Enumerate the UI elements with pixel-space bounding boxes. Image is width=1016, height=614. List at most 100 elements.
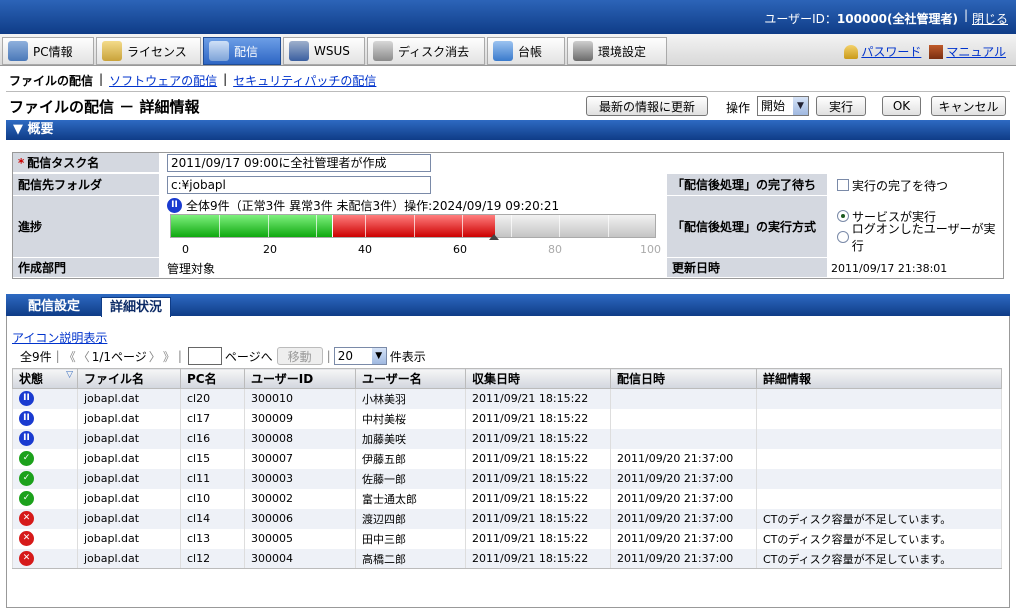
tab-label: ライセンス — [127, 44, 187, 59]
folder-label: 配信先フォルダ — [13, 174, 159, 196]
license-icon — [102, 41, 122, 61]
first-page-icon[interactable]: 《 — [64, 348, 76, 365]
axis-label: 20 — [263, 243, 277, 256]
password-link[interactable]: パスワード — [844, 43, 921, 60]
method-user-text: ログオンしたユーザーが実行 — [851, 222, 996, 253]
execute-button[interactable]: 実行 — [816, 96, 866, 116]
folder-input[interactable]: c:¥jobapl — [167, 176, 431, 194]
tab-settings[interactable]: 環境設定 — [567, 37, 667, 65]
per-page-select[interactable]: 20 ▼ — [333, 347, 387, 365]
subnav-sep: | — [99, 72, 104, 86]
tab-delivery[interactable]: 配信 — [203, 37, 281, 65]
operation-value: 開始 — [761, 99, 786, 113]
tab-wsus[interactable]: WSUS — [283, 37, 365, 65]
cell-collected: 2011/09/21 18:15:22 — [465, 388, 611, 409]
user-label: ユーザーID： — [764, 12, 837, 26]
col-user-name[interactable]: ユーザー名 — [355, 368, 466, 389]
cell-file: jobapl.dat — [77, 448, 181, 469]
col-collected[interactable]: 収集日時 — [465, 368, 611, 389]
cell-pc: cl10 — [180, 488, 245, 509]
table-row[interactable]: ✕ jobapl.dat cl14 300006 渡辺四郎 2011/09/21 18:1… — [12, 508, 1002, 529]
manual-link[interactable]: マニュアル — [929, 43, 1006, 60]
tab-detail-status[interactable]: 詳細状況 — [101, 297, 172, 317]
cancel-button[interactable]: キャンセル — [931, 96, 1006, 116]
table-row[interactable]: ✓ jobapl.dat cl11 300003 佐藤一郎 2011/09/21 18:1… — [12, 468, 1002, 489]
detail-table: 状態 ▽ ファイル名 PC名 ユーザーID ユーザー名 収集日時 配信日時 詳細情… — [12, 368, 1002, 569]
table-row[interactable]: II jobapl.dat cl17 300009 中村美桜 2011/09/21 18:… — [12, 408, 1002, 429]
table-row[interactable]: ✕ jobapl.dat cl12 300004 高橋二郎 2011/09/21 18:1… — [12, 548, 1002, 569]
table-header-row: 状態 ▽ ファイル名 PC名 ユーザーID ユーザー名 収集日時 配信日時 詳細情… — [12, 368, 1002, 389]
method-user-option[interactable]: ログオンしたユーザーが実行 — [837, 222, 1003, 253]
last-page-icon[interactable]: 》 — [163, 348, 175, 365]
tick — [462, 215, 463, 237]
refresh-button[interactable]: 最新の情報に更新 — [586, 96, 708, 116]
sort-icon[interactable]: ▽ — [66, 370, 73, 380]
page-input[interactable] — [187, 347, 222, 365]
tab-disk-erase[interactable]: ディスク消去 — [367, 37, 485, 65]
col-pc[interactable]: PC名 — [180, 368, 245, 389]
progress-normal — [171, 215, 333, 237]
cell-collected: 2011/09/21 18:15:22 — [465, 468, 611, 489]
tab-license[interactable]: ライセンス — [96, 37, 201, 65]
col-status[interactable]: 状態 ▽ — [12, 368, 78, 389]
wait-checkbox[interactable] — [837, 179, 849, 191]
method-user-radio[interactable] — [837, 231, 849, 243]
table-row[interactable]: II jobapl.dat cl16 300008 加藤美咲 2011/09/21 18:… — [12, 428, 1002, 449]
cell-detail — [756, 468, 1002, 489]
total-count: 全9件 — [20, 349, 52, 364]
ok-button[interactable]: OK — [882, 96, 921, 116]
subnav-patch-link[interactable]: セキュリティパッチの配信 — [233, 72, 376, 89]
method-service-radio[interactable] — [837, 210, 849, 222]
tab-pc-info[interactable]: PC情報 — [2, 37, 94, 65]
pause-icon: II — [167, 198, 182, 213]
table-row[interactable]: II jobapl.dat cl20 300010 小林美羽 2011/09/21 18:… — [12, 388, 1002, 409]
tab-delivery-settings[interactable]: 配信設定 — [20, 297, 88, 316]
updated-value: 2011/09/17 21:38:01 — [831, 261, 948, 275]
cell-detail — [756, 388, 1002, 409]
operation-select[interactable]: 開始 ▼ — [757, 96, 809, 116]
prev-page-icon[interactable]: 〈 — [78, 348, 90, 365]
table-row[interactable]: ✓ jobapl.dat cl10 300002 富士通太郎 2011/09/21 18:… — [12, 488, 1002, 509]
table-row[interactable]: ✕ jobapl.dat cl13 300005 田中三郎 2011/09/21 18:1… — [12, 528, 1002, 549]
next-page-icon[interactable]: 〉 — [149, 348, 161, 365]
axis-label: 0 — [182, 243, 189, 256]
cell-status: ✕ — [12, 548, 78, 569]
col-user-id[interactable]: ユーザーID — [244, 368, 356, 389]
axis-label: 40 — [358, 243, 372, 256]
col-detail[interactable]: 詳細情報 — [756, 368, 1002, 389]
col-file[interactable]: ファイル名 — [77, 368, 181, 389]
pager: 全9件 | 《 〈 1/1ページ 〉 》 | ページへ 移動 | 20 ▼ 件表示 — [20, 347, 426, 365]
cell-status: II — [12, 408, 78, 429]
subnav-software-link[interactable]: ソフトウェアの配信 — [109, 72, 217, 89]
task-name-input[interactable]: 2011/09/17 09:00に全社管理者が作成 — [167, 154, 431, 172]
cell-pc: cl15 — [180, 448, 245, 469]
close-link[interactable]: 閉じる — [972, 10, 1008, 27]
progress-text: 全体9件（正常3件 異常3件 未配信3件）操作:2024/09/19 09:20… — [186, 199, 560, 213]
icon-legend-link[interactable]: アイコン説明表示 — [12, 329, 107, 346]
summary-header[interactable]: ▼ 概要 — [6, 120, 1010, 140]
separator: | — [963, 8, 968, 22]
tab-label: WSUS — [314, 44, 350, 58]
book-icon — [929, 44, 944, 59]
wait-option[interactable]: 実行の完了を待つ — [837, 175, 948, 195]
cell-file: jobapl.dat — [77, 488, 181, 509]
col-delivered[interactable]: 配信日時 — [610, 368, 757, 389]
dept-label: 作成部門 — [13, 258, 159, 278]
user-id: 100000(全社管理者) — [836, 12, 958, 26]
tab-label: ディスク消去 — [398, 44, 470, 59]
move-button[interactable]: 移動 — [276, 347, 323, 365]
cell-uname: 佐藤一郎 — [355, 468, 466, 489]
page-info: 1/1ページ — [91, 349, 147, 364]
cell-uid: 300003 — [244, 468, 356, 489]
success-icon: ✓ — [19, 491, 34, 506]
subnav-current: ファイルの配信 — [9, 74, 94, 88]
cell-status: ✕ — [12, 508, 78, 529]
cell-file: jobapl.dat — [77, 428, 181, 449]
tick — [414, 215, 415, 237]
pager-sep: | — [326, 349, 331, 363]
table-row[interactable]: ✓ jobapl.dat cl15 300007 伊藤五郎 2011/09/21 18:1… — [12, 448, 1002, 469]
tab-ledger[interactable]: 台帳 — [487, 37, 565, 65]
cell-detail: CTのディスク容量が不足しています。 — [756, 548, 1002, 569]
password-label: パスワード — [861, 45, 922, 59]
pc-icon — [8, 41, 28, 61]
